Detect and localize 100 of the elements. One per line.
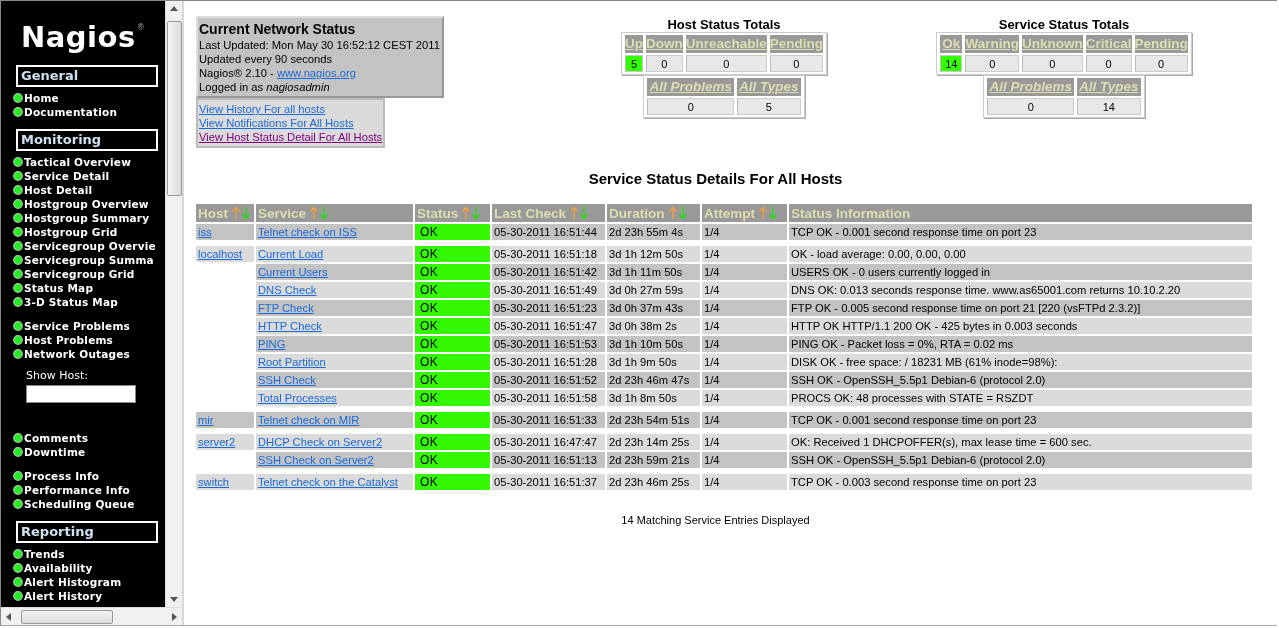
service-link[interactable]: FTP Check bbox=[258, 302, 314, 314]
column-header[interactable]: All Problems bbox=[647, 78, 734, 96]
service-link[interactable]: Current Users bbox=[258, 266, 328, 278]
host-search-field[interactable] bbox=[26, 385, 136, 403]
nav-link[interactable]: Performance Info bbox=[24, 484, 130, 496]
table-cell: 05-30-2011 16:51:37 bbox=[492, 474, 605, 490]
nav-link[interactable]: Host Detail bbox=[24, 184, 93, 196]
service-link[interactable]: Root Partition bbox=[258, 356, 326, 368]
count-cell: 0 bbox=[647, 98, 734, 115]
nav-link[interactable]: Process Info bbox=[24, 470, 100, 482]
bullet-icon bbox=[13, 471, 23, 481]
nav-link[interactable]: Network Outages bbox=[24, 348, 131, 360]
sort-arrows-icon[interactable] bbox=[667, 206, 688, 220]
service-link[interactable]: Telnet check on MIR bbox=[258, 414, 360, 426]
column-header[interactable]: Unknown bbox=[1022, 35, 1083, 53]
nav-link[interactable]: Trends bbox=[24, 548, 65, 560]
nav-link[interactable]: Documentation bbox=[24, 106, 118, 118]
nav-link[interactable]: Tactical Overview bbox=[24, 156, 132, 168]
column-header[interactable]: All Problems bbox=[987, 78, 1074, 96]
nav-link[interactable]: Hostgroup Overview bbox=[24, 198, 149, 210]
service-link[interactable]: SSH Check bbox=[258, 374, 316, 386]
nav-link[interactable]: Home bbox=[24, 92, 59, 104]
nav-link[interactable]: Scheduling Queue bbox=[24, 498, 135, 510]
link[interactable]: www.nagios.org bbox=[276, 67, 356, 79]
info-text: Last Updated: Mon May 30 16:52:12 CEST 2011 bbox=[199, 38, 440, 52]
bullet-icon bbox=[13, 549, 23, 559]
table-cell: 1/4 bbox=[702, 474, 787, 490]
nav-link[interactable]: Servicegroup Grid bbox=[24, 268, 135, 280]
scrollbar-thumb[interactable] bbox=[21, 609, 113, 624]
service-link[interactable]: DHCP Check on Server2 bbox=[258, 436, 383, 448]
field-label: Show Host: bbox=[26, 369, 89, 383]
nav-link[interactable]: 3-D Status Map bbox=[24, 296, 118, 308]
nav-link[interactable]: Availability bbox=[24, 562, 93, 574]
scroll-right-icon[interactable] bbox=[172, 612, 177, 621]
host-link[interactable]: mir bbox=[198, 414, 214, 426]
sort-arrows-icon[interactable] bbox=[569, 206, 590, 220]
service-link[interactable]: SSH Check on Server2 bbox=[258, 454, 374, 466]
table-cell: 2d 23h 55m 4s bbox=[607, 224, 700, 240]
nav-link[interactable]: Servicegroup Summa bbox=[24, 254, 154, 266]
nav-link[interactable]: Host Problems bbox=[24, 334, 114, 346]
sort-arrows-icon[interactable] bbox=[758, 206, 778, 220]
scrollbar[interactable] bbox=[165, 1, 182, 607]
service-link[interactable]: Telnet check on the Catalyst bbox=[258, 476, 398, 488]
nav-link[interactable]: Hostgroup Summary bbox=[24, 212, 150, 224]
bullet-icon bbox=[13, 349, 23, 359]
column-header[interactable]: Unreachable bbox=[685, 35, 767, 53]
table-cell: 05-30-2011 16:51:23 bbox=[492, 300, 605, 316]
service-link[interactable]: HTTP Check bbox=[258, 320, 322, 332]
scrollbar-thumb[interactable] bbox=[166, 21, 182, 196]
host-link[interactable]: iss bbox=[198, 226, 212, 238]
sort-arrows-icon[interactable] bbox=[461, 206, 482, 220]
service-link[interactable]: Current Load bbox=[258, 248, 324, 260]
scrollbar[interactable] bbox=[1, 607, 182, 625]
host-link[interactable]: localhost bbox=[198, 248, 243, 260]
host-link[interactable]: server2 bbox=[198, 436, 236, 448]
service-link[interactable]: Telnet check on ISS bbox=[258, 226, 357, 238]
sort-arrows-icon[interactable] bbox=[231, 206, 251, 220]
table-cell: 2d 23h 46m 47s bbox=[607, 372, 700, 388]
column-header[interactable]: Pending bbox=[769, 35, 823, 53]
nav-link[interactable]: Downtime bbox=[24, 446, 86, 458]
nav-link[interactable]: Status Map bbox=[24, 282, 94, 294]
logo[interactable]: Nagios bbox=[21, 19, 136, 55]
column-header[interactable]: Warning bbox=[965, 35, 1019, 53]
section-header: Monitoring bbox=[16, 129, 158, 151]
column-header[interactable]: Critical bbox=[1085, 35, 1132, 53]
nav-link[interactable]: Servicegroup Overvie bbox=[24, 240, 156, 252]
table-cell: 1/4 bbox=[702, 412, 787, 428]
link[interactable]: View Host Status Detail For All Hosts bbox=[199, 130, 383, 144]
scroll-left-icon[interactable] bbox=[6, 612, 11, 621]
column-header[interactable]: Up bbox=[624, 35, 643, 53]
column-header[interactable]: Pending bbox=[1134, 35, 1188, 53]
table-cell: 1/4 bbox=[702, 390, 787, 406]
count-cell: 5 bbox=[737, 98, 801, 115]
column-header[interactable]: All Types bbox=[737, 78, 801, 96]
service-link[interactable]: Total Processes bbox=[258, 392, 337, 404]
service-link[interactable]: PING bbox=[258, 338, 286, 350]
column-header[interactable]: Ok bbox=[940, 35, 963, 53]
nav-link[interactable]: Alert History bbox=[24, 590, 103, 602]
nav-link[interactable]: Hostgroup Grid bbox=[24, 226, 118, 238]
host-link[interactable]: switch bbox=[198, 476, 230, 488]
table-cell: 05-30-2011 16:51:42 bbox=[492, 264, 605, 280]
scroll-up-icon[interactable] bbox=[170, 6, 178, 11]
nav-link[interactable]: Comments bbox=[24, 432, 89, 444]
scroll-down-icon[interactable] bbox=[170, 597, 178, 602]
table-cell: 05-30-2011 16:51:28 bbox=[492, 354, 605, 370]
table-cell: PING OK - Packet loss = 0%, RTA = 0.02 ms bbox=[789, 336, 1252, 352]
table-cell: 05-30-2011 16:51:33 bbox=[492, 412, 605, 428]
nav-link[interactable]: Service Detail bbox=[24, 170, 110, 182]
header-text: Last Check bbox=[494, 205, 567, 221]
nav-link[interactable]: Service Problems bbox=[24, 320, 131, 332]
column-header[interactable]: Down bbox=[645, 35, 683, 53]
service-link[interactable]: DNS Check bbox=[258, 284, 317, 296]
table-cell: 1/4 bbox=[702, 372, 787, 388]
nav-link[interactable]: Alert Histogram bbox=[24, 576, 122, 588]
column-header[interactable]: All Types bbox=[1077, 78, 1141, 96]
count-cell: 0 bbox=[685, 55, 767, 72]
link[interactable]: View History For all hosts bbox=[199, 102, 383, 116]
link[interactable]: View Notifications For All Hosts bbox=[199, 116, 383, 130]
table-cell: 1/4 bbox=[702, 336, 787, 352]
sort-arrows-icon[interactable] bbox=[309, 206, 330, 220]
